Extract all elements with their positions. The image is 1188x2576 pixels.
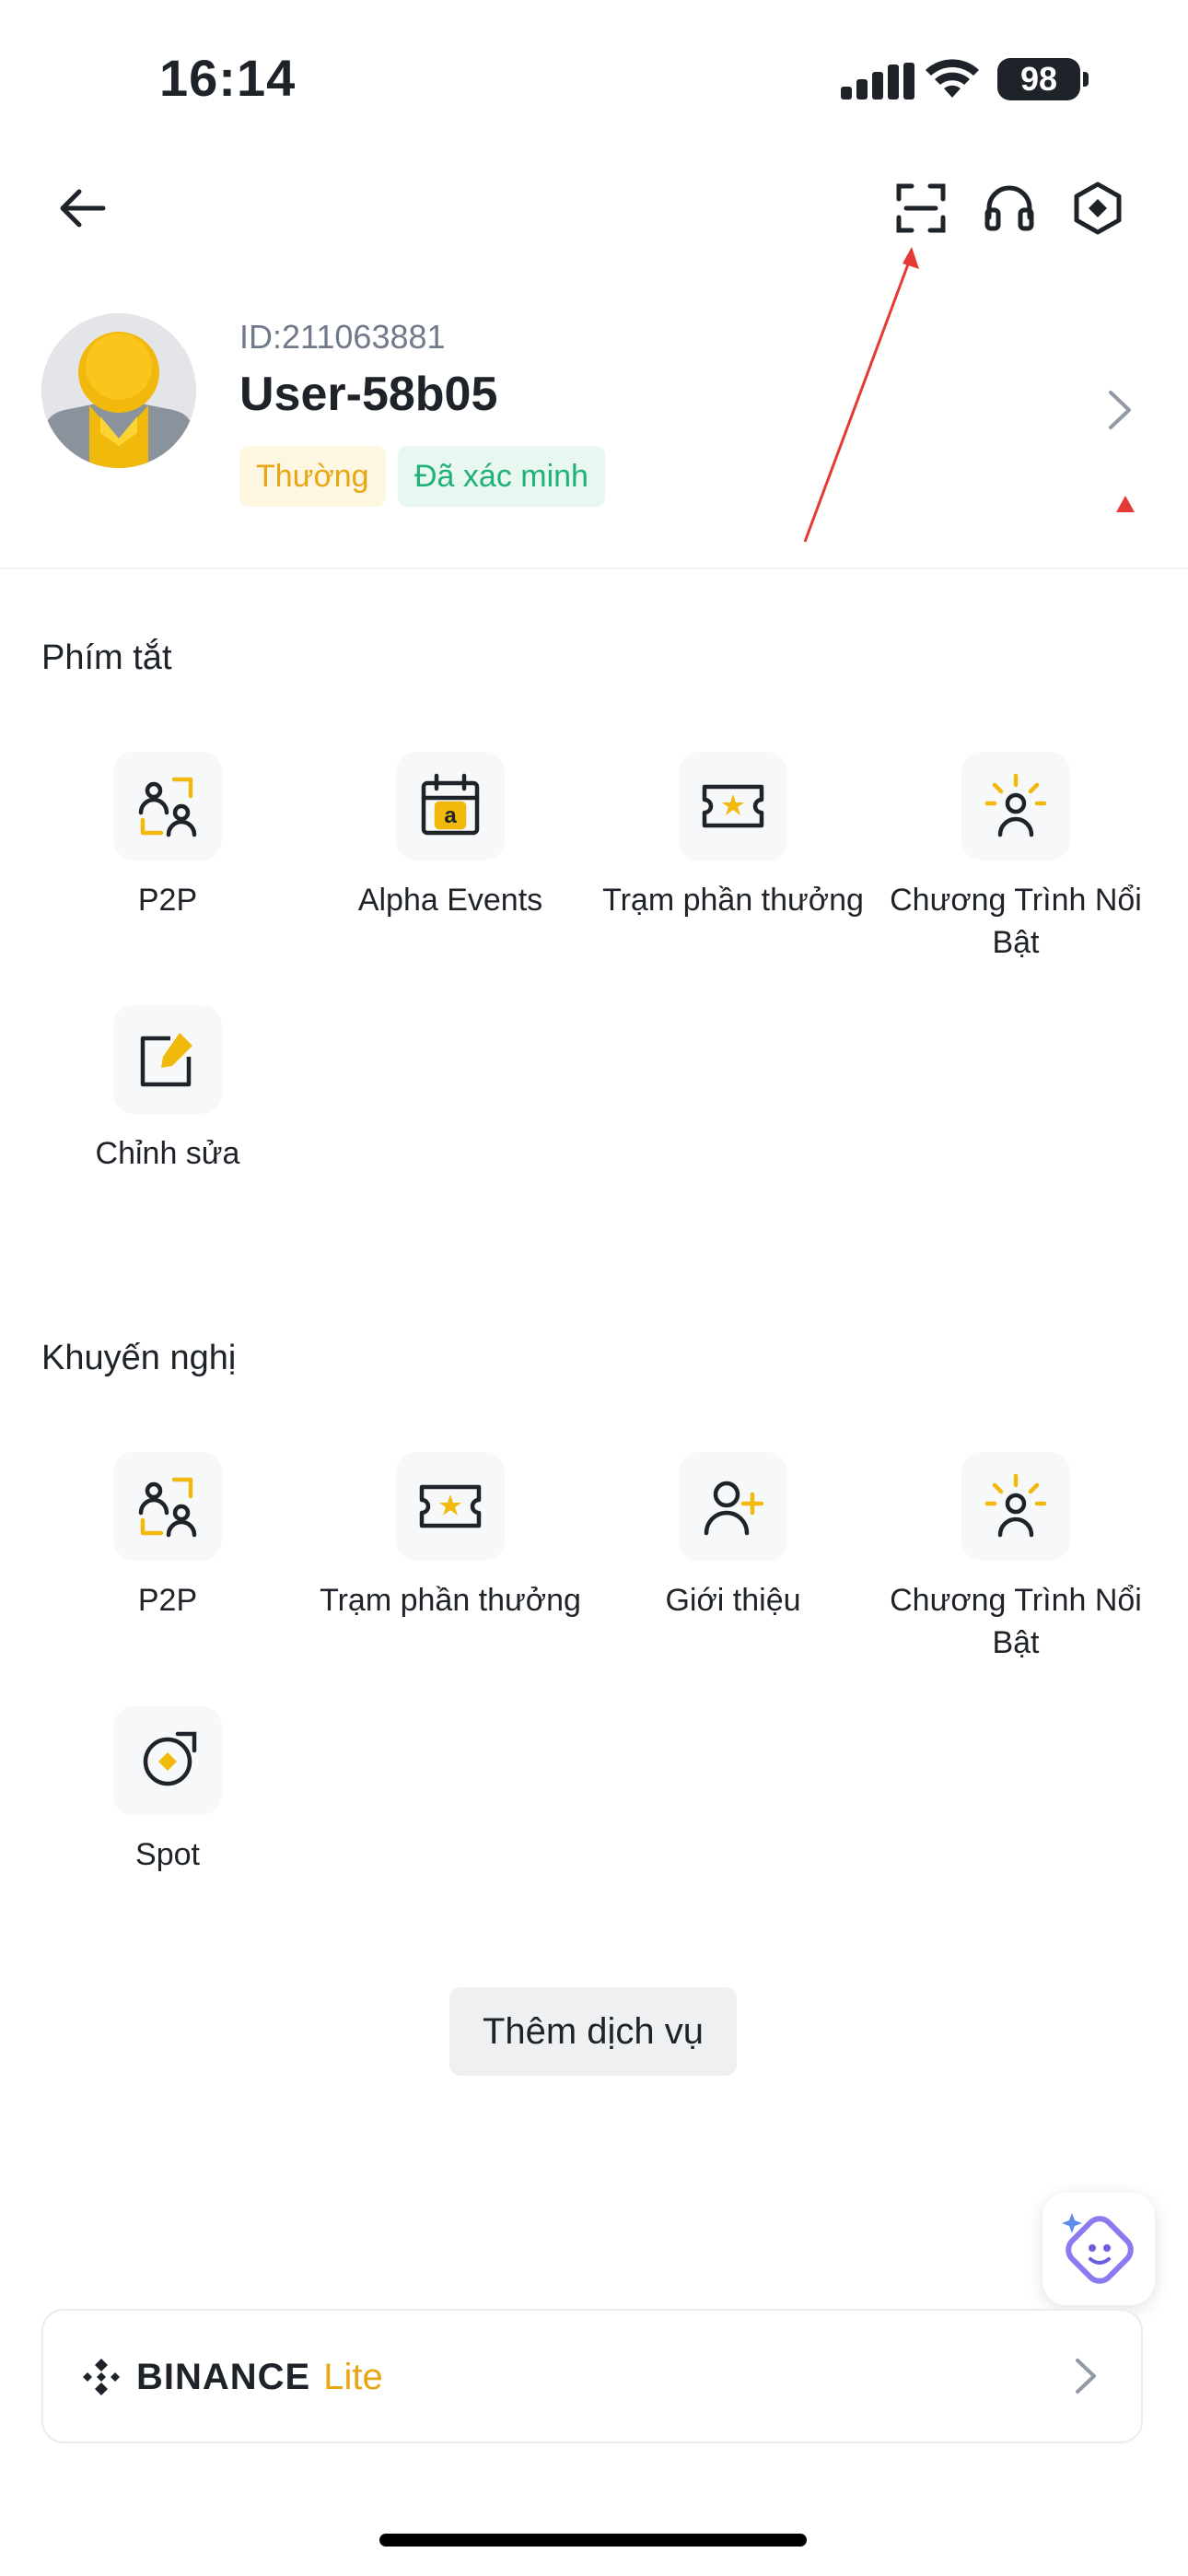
battery-nub: [1083, 72, 1089, 87]
verified-badge: Đã xác minh: [398, 446, 605, 507]
username: User-58b05: [239, 368, 498, 421]
recommended-label: Giới thiệu: [665, 1583, 801, 1618]
shortcuts-title: Phím tắt: [41, 638, 172, 677]
reward-ticket-icon: [679, 752, 787, 861]
shortcut-reward-hub[interactable]: Trạm phần thưởng: [595, 752, 871, 921]
recommended-label: P2P: [137, 1583, 198, 1618]
shortcut-label: Alpha Events: [357, 883, 543, 918]
headset-support-icon[interactable]: [982, 181, 1037, 236]
shortcut-label: P2P: [137, 883, 198, 918]
p2p-icon: [113, 752, 222, 861]
binance-logo-icon: [83, 2359, 120, 2395]
recommended-p2p[interactable]: P2P: [29, 1452, 306, 1622]
shortcut-label: Trạm phần thưởng: [602, 883, 864, 918]
recommended-title: Khuyến nghị: [41, 1339, 237, 1377]
avatar[interactable]: [41, 313, 196, 468]
scan-icon[interactable]: [893, 181, 949, 236]
lite-text: Lite: [323, 2356, 383, 2397]
p2p-icon: [113, 1452, 222, 1561]
account-tier-badge: Thường: [239, 446, 386, 507]
ai-assistant-button[interactable]: [1042, 2193, 1155, 2305]
recommended-spot[interactable]: Spot: [29, 1706, 306, 1876]
annotation-arrow: [803, 247, 919, 543]
spotlight-person-icon: [961, 752, 1070, 861]
chevron-right-icon[interactable]: [1072, 2355, 1100, 2397]
svg-text:a: a: [444, 803, 457, 828]
shortcut-p2p[interactable]: P2P: [29, 752, 306, 921]
binance-brand-text: BINANCE: [136, 2356, 311, 2397]
spot-icon: [113, 1706, 222, 1815]
annotation-marker: [1116, 496, 1135, 512]
status-time: 16:14: [159, 49, 297, 107]
chevron-right-icon[interactable]: [1103, 387, 1136, 433]
recommended-label: Spot: [135, 1837, 200, 1872]
spotlight-person-icon: [961, 1452, 1070, 1561]
shortcut-label: Chỉnh sửa: [95, 1136, 240, 1171]
shortcut-label: Chương Trình Nổi Bật: [890, 883, 1142, 960]
wifi-icon: [926, 59, 979, 98]
section-divider: [0, 568, 1188, 569]
edit-icon: [113, 1005, 222, 1114]
reward-ticket-icon: [396, 1452, 505, 1561]
user-id: ID:211063881: [239, 318, 446, 356]
binance-lite-logo: BINANCE Lite: [79, 2351, 383, 2403]
back-arrow-icon[interactable]: [55, 181, 111, 236]
battery-indicator: 98: [997, 58, 1080, 100]
add-person-icon: [679, 1452, 787, 1561]
recommended-reward-hub[interactable]: Trạm phần thưởng: [312, 1452, 588, 1622]
ai-assistant-icon: [1062, 2213, 1134, 2284]
settings-hexagon-icon[interactable]: [1070, 181, 1125, 236]
recommended-referral[interactable]: Giới thiệu: [595, 1452, 871, 1622]
shortcut-alpha-events[interactable]: a Alpha Events: [312, 752, 588, 921]
recommended-label: Trạm phần thưởng: [320, 1583, 581, 1618]
cellular-signal-icon: [841, 63, 914, 100]
recommended-featured-programs[interactable]: Chương Trình Nổi Bật: [878, 1452, 1154, 1664]
recommended-label: Chương Trình Nổi Bật: [890, 1583, 1142, 1660]
home-indicator: [379, 2534, 807, 2547]
shortcut-featured-programs[interactable]: Chương Trình Nổi Bật: [878, 752, 1154, 964]
more-services-button[interactable]: Thêm dịch vụ: [449, 1987, 737, 2076]
alpha-events-icon: a: [396, 752, 505, 861]
shortcut-edit[interactable]: Chỉnh sửa: [29, 1005, 306, 1175]
